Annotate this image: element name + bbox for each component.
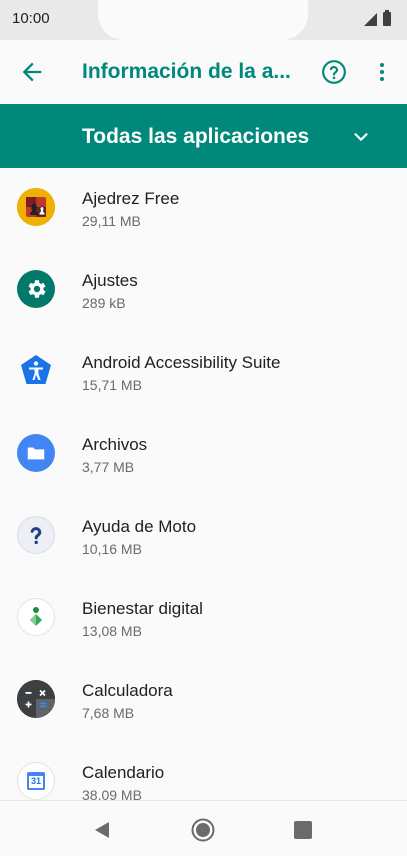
accessibility-icon xyxy=(17,352,55,390)
status-bar: 10:00 xyxy=(0,0,407,40)
display-notch xyxy=(98,0,308,40)
folder-icon xyxy=(17,434,55,472)
app-size: 38,09 MB xyxy=(82,787,142,800)
help-icon[interactable] xyxy=(321,59,347,85)
app-filter-dropdown[interactable]: Todas las aplicaciones xyxy=(0,104,407,168)
filter-label: Todas las aplicaciones xyxy=(82,125,310,148)
calendar-icon: 31 xyxy=(17,762,55,800)
list-item[interactable]: Calculadora 7,68 MB xyxy=(0,660,407,742)
calendar-day: 31 xyxy=(30,776,41,786)
app-size: 3,77 MB xyxy=(82,459,135,475)
list-item[interactable]: Android Accessibility Suite 15,71 MB xyxy=(0,332,407,414)
app-size: 29,11 MB xyxy=(82,213,141,229)
app-size: 13,08 MB xyxy=(82,623,142,639)
battery-icon xyxy=(383,10,391,26)
digital-wellbeing-icon xyxy=(17,598,55,636)
app-bar: Información de la a... xyxy=(0,40,407,104)
nav-home-icon[interactable] xyxy=(191,818,215,842)
nav-back-icon[interactable] xyxy=(94,821,110,839)
app-size: 289 kB xyxy=(82,295,126,311)
page-title: Información de la a... xyxy=(82,60,291,83)
question-mark-icon xyxy=(17,516,55,554)
app-name: Ajustes xyxy=(82,271,138,290)
list-item[interactable]: Bienestar digital 13,08 MB xyxy=(0,578,407,660)
more-options-icon[interactable] xyxy=(370,59,394,85)
app-size: 10,16 MB xyxy=(82,541,142,557)
app-name: Android Accessibility Suite xyxy=(82,353,281,372)
nav-recents-icon[interactable] xyxy=(294,821,312,839)
list-item[interactable]: Archivos 3,77 MB xyxy=(0,414,407,496)
app-size: 15,71 MB xyxy=(82,377,142,393)
app-name: Archivos xyxy=(82,435,148,454)
list-item[interactable]: 31 Calendario 38,09 MB xyxy=(0,742,407,800)
signal-icon xyxy=(364,12,377,26)
app-size: 7,68 MB xyxy=(82,705,135,721)
status-time: 10:00 xyxy=(12,10,50,27)
navigation-bar xyxy=(0,800,407,856)
app-list: Ajedrez Free 29,11 MB Ajustes 289 kB And… xyxy=(0,168,407,800)
app-name: Ajedrez Free xyxy=(82,189,180,208)
back-arrow-icon[interactable] xyxy=(18,58,46,86)
app-name: Calculadora xyxy=(82,681,173,700)
chevron-down-icon xyxy=(354,133,368,141)
status-icons xyxy=(364,10,391,26)
calculator-icon xyxy=(17,680,55,718)
app-name: Ayuda de Moto xyxy=(82,517,197,536)
app-name: Calendario xyxy=(82,763,165,782)
list-item[interactable]: Ayuda de Moto 10,16 MB xyxy=(0,496,407,578)
list-item[interactable]: Ajedrez Free 29,11 MB xyxy=(0,168,407,250)
chess-icon xyxy=(17,188,55,226)
settings-gear-icon xyxy=(17,270,55,308)
app-name: Bienestar digital xyxy=(82,599,203,618)
list-item[interactable]: Ajustes 289 kB xyxy=(0,250,407,332)
